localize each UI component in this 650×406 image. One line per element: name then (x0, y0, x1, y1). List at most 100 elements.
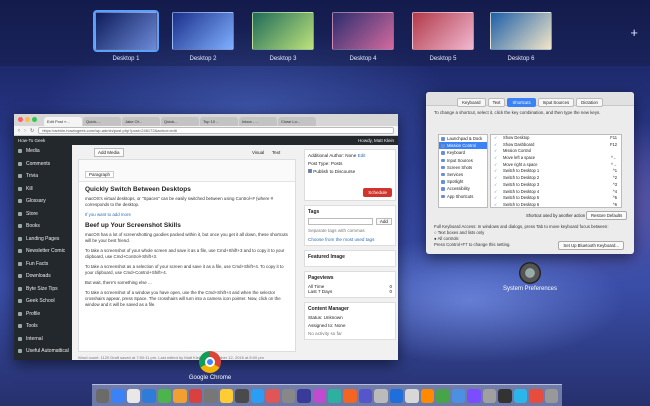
sidebar-item[interactable]: Media (14, 145, 72, 158)
shortcut-key[interactable]: F11 (610, 135, 617, 142)
setup-bluetooth-button[interactable]: Set Up Bluetooth Keyboard... (558, 241, 624, 250)
sidebar-item[interactable]: Kill (14, 183, 72, 196)
shortcut-row[interactable]: Switch to Desktop 4 ^4 (491, 189, 621, 196)
desktop-thumbnail-2[interactable] (172, 12, 234, 50)
shortcut-key[interactable]: ^← (611, 155, 617, 162)
dock-app-icon[interactable] (343, 388, 357, 403)
shortcut-key[interactable]: ^1 (613, 168, 617, 175)
minimize-icon[interactable] (25, 117, 30, 122)
sidebar-item[interactable]: Books (14, 220, 72, 233)
sidebar-item[interactable]: Byte Size Tips (14, 283, 72, 296)
prefs-tab[interactable]: Dictation (576, 98, 603, 107)
add-desktop-button[interactable]: + (630, 26, 638, 39)
dock-app-icon[interactable] (173, 388, 187, 403)
browser-tab[interactable]: Quick... (161, 117, 199, 126)
dock-app-icon[interactable] (219, 388, 234, 403)
sidebar-item[interactable]: Internal (14, 333, 72, 346)
shortcut-category[interactable]: Screen Shots (439, 164, 487, 171)
dock-app-icon[interactable] (482, 388, 497, 403)
sidebar-item[interactable]: Geek School (14, 295, 72, 308)
desktop-thumbnail-1[interactable] (93, 10, 159, 52)
close-icon[interactable] (18, 117, 23, 122)
dock-app-icon[interactable] (544, 388, 559, 403)
visual-tab[interactable]: Visual (252, 150, 264, 155)
sidebar-item[interactable]: Store (14, 208, 72, 221)
dock-app-icon[interactable] (467, 388, 481, 403)
desktop-thumbnail-3[interactable] (252, 12, 314, 50)
dock-app-icon[interactable] (204, 388, 218, 403)
shortcut-category[interactable]: Launchpad & Dock (439, 135, 487, 142)
dock-app-icon[interactable] (328, 388, 342, 403)
reload-icon[interactable]: ↻ (30, 128, 34, 134)
sidebar-item[interactable]: Comments (14, 158, 72, 171)
shortcut-row[interactable]: Mission Control (491, 148, 621, 155)
dock-app-icon[interactable] (157, 388, 172, 403)
prefs-tab[interactable]: Shortcuts (507, 98, 536, 107)
forward-icon[interactable]: › (24, 128, 26, 134)
shortcut-row[interactable]: Switch to Desktop 1 ^1 (491, 168, 621, 175)
dock-app-icon[interactable] (297, 388, 311, 403)
dock-app-icon[interactable] (420, 388, 435, 403)
dock-app-icon[interactable] (374, 388, 388, 403)
dock-app-icon[interactable] (281, 388, 296, 403)
sidebar-item[interactable]: Glossary (14, 195, 72, 208)
paragraph-select[interactable]: Paragraph (85, 171, 115, 178)
edit-link[interactable]: Edit (358, 153, 366, 158)
shortcut-category[interactable]: Input Sources (439, 157, 487, 164)
schedule-button[interactable]: Schedule (363, 188, 392, 197)
sidebar-item[interactable]: Trivia (14, 170, 72, 183)
shortcut-key[interactable]: ^→ (611, 162, 617, 169)
sidebar-item[interactable]: Downloads (14, 270, 72, 283)
shortcut-row[interactable]: Show Dashboard F12 (491, 142, 621, 149)
zoom-icon[interactable] (32, 117, 37, 122)
shortcut-row[interactable]: Move left a space ^← (491, 155, 621, 162)
shortcut-key[interactable]: ^6 (613, 202, 617, 209)
add-tag-button[interactable]: Add (375, 218, 392, 225)
browser-tab[interactable]: Edit Post «... (44, 117, 82, 126)
shortcut-row[interactable]: Switch to Desktop 5 ^5 (491, 195, 621, 202)
browser-tab[interactable]: Quick-... (83, 117, 121, 126)
dock-app-icon[interactable] (312, 388, 326, 403)
browser-tab[interactable]: Inbox - ... (239, 117, 277, 126)
browser-tab[interactable]: Top 10 ... (200, 117, 238, 126)
dock-app-icon[interactable] (529, 388, 543, 403)
dock-app-icon[interactable] (405, 388, 419, 403)
browser-tab[interactable]: Close Lo... (278, 117, 316, 126)
shortcut-key[interactable]: ^4 (613, 189, 617, 196)
sidebar-item[interactable]: Tools (14, 320, 72, 333)
desktop-thumbnail-6[interactable] (490, 12, 552, 50)
dock-app-icon[interactable] (235, 388, 249, 403)
featured-image-box[interactable]: Featured Image (304, 250, 396, 267)
sidebar-item[interactable]: Useful Automattical (14, 345, 72, 358)
discourse-checkbox[interactable] (308, 169, 312, 173)
shortcut-category[interactable]: Mission Control (439, 142, 487, 150)
prefs-tab[interactable]: Keyboard (457, 98, 486, 107)
sidebar-item[interactable]: Newsletter Comic (14, 245, 72, 258)
shortcut-row[interactable]: Switch to Desktop 3 ^3 (491, 182, 621, 189)
shortcut-category[interactable]: Keyboard (439, 149, 487, 156)
shortcut-category[interactable]: Accessibility (439, 185, 487, 192)
shortcut-row[interactable]: Move right a space ^→ (491, 162, 621, 169)
browser-tab[interactable]: Jake Ot... (122, 117, 160, 126)
tags-input[interactable] (308, 218, 373, 225)
shortcut-category[interactable]: Services (439, 171, 487, 178)
choose-tags-link[interactable]: Choose from the most used tags (308, 237, 392, 242)
sidebar-item[interactable]: GNotes (14, 358, 72, 361)
shortcut-key[interactable]: F12 (610, 142, 617, 149)
dock-app-icon[interactable] (498, 388, 512, 403)
shortcut-category[interactable]: Spotlight (439, 178, 487, 185)
shortcut-key[interactable]: ^2 (613, 175, 617, 182)
system-preferences-window[interactable]: Keyboard Text Shortcuts Input Sources Dictat… (426, 92, 634, 254)
dock-app-icon[interactable] (358, 388, 373, 403)
post-editor[interactable]: Paragraph Quickly Switch Between Desktop… (78, 159, 296, 352)
desktop-thumbnail-5[interactable] (412, 12, 474, 50)
shortcut-row[interactable]: Show Desktop F11 (491, 135, 621, 142)
prefs-tab[interactable]: Text (487, 98, 506, 107)
sidebar-item[interactable]: Profile (14, 308, 72, 321)
desktop-thumbnail-4[interactable] (332, 12, 394, 50)
dock-app-icon[interactable] (142, 388, 156, 403)
shortcut-row[interactable]: Switch to Desktop 6 ^6 (491, 202, 621, 209)
chrome-window[interactable]: Edit Post «... Quick-... Jake Ot... Quick..… (14, 114, 398, 360)
user-greeting[interactable]: Howdy, Matt Klein (358, 138, 394, 143)
shortcut-key[interactable]: ^3 (613, 182, 617, 189)
